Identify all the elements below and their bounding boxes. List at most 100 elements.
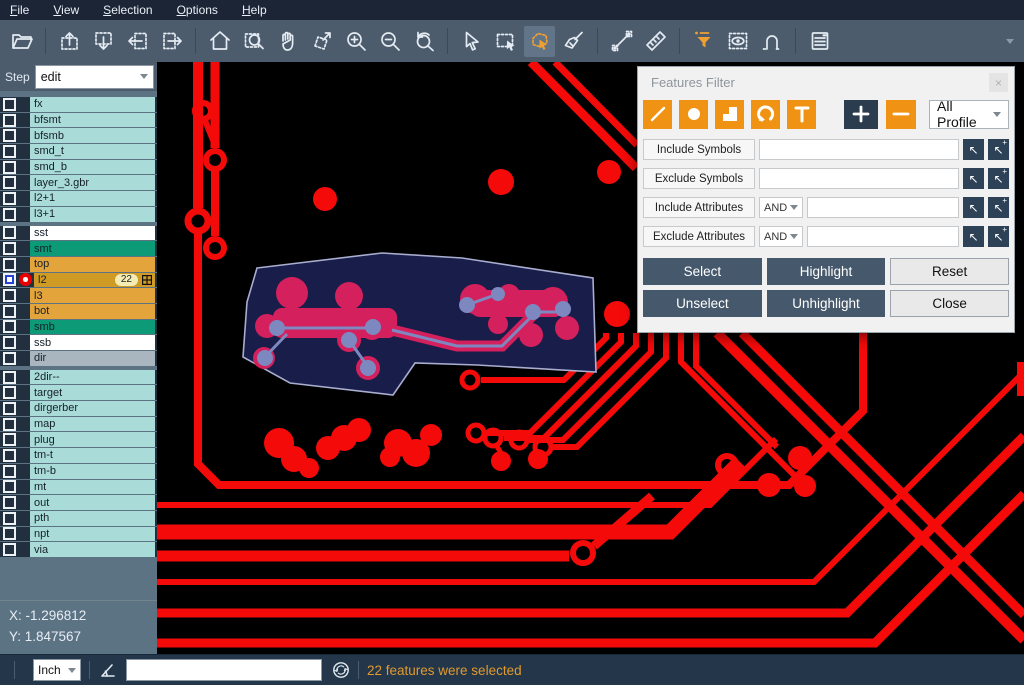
filter-surfaces-button[interactable] bbox=[715, 100, 744, 129]
filter-positive-button[interactable] bbox=[844, 100, 878, 129]
step-select[interactable]: edit bbox=[35, 65, 154, 89]
toolbar-overflow-chevron-icon[interactable] bbox=[1006, 39, 1014, 44]
menu-help[interactable]: Help bbox=[242, 3, 267, 17]
pan-right-button[interactable] bbox=[156, 26, 187, 57]
layer-name-dir[interactable]: dir bbox=[30, 351, 155, 366]
pick-exclude-symbols-button[interactable]: ↖ bbox=[963, 168, 984, 189]
menu-file[interactable]: File bbox=[10, 3, 29, 17]
menu-options[interactable]: Options bbox=[177, 3, 218, 17]
layer-visibility-checkbox[interactable] bbox=[3, 465, 16, 478]
layer-name-bfsmt[interactable]: bfsmt bbox=[30, 113, 155, 128]
filter-negative-button[interactable] bbox=[886, 100, 916, 129]
exclude-attributes-operator-select[interactable]: AND bbox=[759, 226, 803, 247]
layer-visibility-checkbox[interactable] bbox=[3, 161, 16, 174]
layer-grid-icon[interactable] bbox=[142, 275, 152, 285]
layer-visibility-checkbox[interactable] bbox=[3, 145, 16, 158]
layer-name-plug[interactable]: plug bbox=[30, 432, 155, 447]
report-button[interactable] bbox=[804, 26, 835, 57]
unselect-button[interactable]: Unselect bbox=[643, 290, 762, 317]
layer-visibility-checkbox[interactable] bbox=[3, 320, 16, 333]
exclude-attributes-button[interactable]: Exclude Attributes bbox=[643, 226, 755, 247]
layer-name-tm-b[interactable]: tm-b bbox=[30, 464, 155, 479]
zoom-previous-button[interactable] bbox=[408, 26, 439, 57]
exclude-symbols-input[interactable] bbox=[759, 168, 959, 189]
layer-visibility-checkbox[interactable] bbox=[3, 192, 16, 205]
close-button[interactable]: Close bbox=[890, 290, 1009, 317]
zoom-in-button[interactable] bbox=[340, 26, 371, 57]
layer-name-smt[interactable]: smt bbox=[30, 241, 155, 256]
net-query-button[interactable] bbox=[756, 26, 787, 57]
layer-visibility-checkbox[interactable] bbox=[3, 418, 16, 431]
layer-name-dirgerber[interactable]: dirgerber bbox=[30, 401, 155, 416]
layer-visibility-checkbox[interactable] bbox=[3, 242, 16, 255]
layer-visibility-checkbox[interactable] bbox=[3, 258, 16, 271]
layer-name-ssb[interactable]: ssb bbox=[30, 335, 155, 350]
layer-name-smd_t[interactable]: smd_t bbox=[30, 144, 155, 159]
zoom-window-button[interactable] bbox=[238, 26, 269, 57]
layer-name-layer3gbr[interactable]: layer_3.gbr bbox=[30, 175, 155, 190]
layer-visibility-checkbox[interactable] bbox=[3, 449, 16, 462]
include-symbols-button[interactable]: Include Symbols bbox=[643, 139, 755, 160]
layer-name-smd_b[interactable]: smd_b bbox=[30, 160, 155, 175]
layer-visibility-checkbox[interactable] bbox=[3, 208, 16, 221]
pan-down-button[interactable] bbox=[88, 26, 119, 57]
select-button[interactable]: Select bbox=[643, 258, 762, 285]
pan-left-button[interactable] bbox=[122, 26, 153, 57]
layer-name-npt[interactable]: npt bbox=[30, 527, 155, 542]
layer-visibility-checkbox[interactable] bbox=[3, 98, 16, 111]
units-select[interactable]: Inch bbox=[33, 659, 81, 681]
layer-visibility-checkbox[interactable] bbox=[3, 433, 16, 446]
active-layer-indicator-icon[interactable] bbox=[19, 273, 32, 286]
layer-name-mt[interactable]: mt bbox=[30, 480, 155, 495]
layer-name-bfsmb[interactable]: bfsmb bbox=[30, 128, 155, 143]
filter-arcs-button[interactable] bbox=[751, 100, 780, 129]
filter-text-button[interactable] bbox=[787, 100, 816, 129]
layer-visibility-checkbox[interactable] bbox=[3, 386, 16, 399]
layer-visibility-checkbox[interactable] bbox=[3, 305, 16, 318]
layer-visibility-checkbox[interactable] bbox=[3, 480, 16, 493]
layer-visibility-checkbox[interactable] bbox=[3, 289, 16, 302]
layer-name-fx[interactable]: fx bbox=[30, 97, 155, 112]
pick-exclude-attributes-button[interactable]: ↖ bbox=[963, 226, 984, 247]
unhighlight-button[interactable]: Unhighlight bbox=[767, 290, 886, 317]
zoom-object-button[interactable] bbox=[306, 26, 337, 57]
include-attributes-button[interactable]: Include Attributes bbox=[643, 197, 755, 218]
pick-exclude-attributes-add-button[interactable]: ↖+ bbox=[988, 226, 1009, 247]
layer-visibility-checkbox[interactable] bbox=[3, 543, 16, 556]
layer-visibility-checkbox[interactable] bbox=[3, 402, 16, 415]
pick-attributes-add-button[interactable]: ↖+ bbox=[988, 197, 1009, 218]
measure-ruler-button[interactable] bbox=[640, 26, 671, 57]
layer-name-sst[interactable]: sst bbox=[30, 226, 155, 241]
include-symbols-input[interactable] bbox=[759, 139, 959, 160]
layer-name-l3plus1[interactable]: l3+1 bbox=[30, 207, 155, 222]
dialog-close-button[interactable]: × bbox=[989, 73, 1008, 92]
layer-visibility-checkbox[interactable] bbox=[3, 527, 16, 540]
pick-exclude-symbols-add-button[interactable]: ↖+ bbox=[988, 168, 1009, 189]
reset-button[interactable]: Reset bbox=[890, 258, 1009, 285]
layer-visibility-checkbox[interactable] bbox=[3, 352, 16, 365]
layer-name-top[interactable]: top bbox=[30, 257, 155, 272]
snap-angle-icon[interactable] bbox=[98, 660, 118, 680]
include-attributes-operator-select[interactable]: AND bbox=[759, 197, 803, 218]
layer-name-out[interactable]: out bbox=[30, 495, 155, 510]
profile-select[interactable]: All Profile bbox=[929, 100, 1009, 129]
filter-lines-button[interactable] bbox=[643, 100, 672, 129]
layer-name-map[interactable]: map bbox=[30, 417, 155, 432]
layer-visibility-checkbox[interactable] bbox=[3, 129, 16, 142]
layer-name-smb[interactable]: smb bbox=[30, 320, 155, 335]
layer-name-via[interactable]: via bbox=[30, 542, 155, 557]
menu-view[interactable]: View bbox=[53, 3, 79, 17]
clear-selection-button[interactable] bbox=[558, 26, 589, 57]
open-button[interactable] bbox=[6, 26, 37, 57]
layer-name-2dir[interactable]: 2dir-- bbox=[30, 370, 155, 385]
pick-symbols-button[interactable]: ↖ bbox=[963, 139, 984, 160]
pan-hand-button[interactable] bbox=[272, 26, 303, 57]
layer-name-l2[interactable]: l222 bbox=[34, 273, 155, 288]
layer-name-bot[interactable]: bot bbox=[30, 304, 155, 319]
highlight-button[interactable]: Highlight bbox=[767, 258, 886, 285]
select-polygon-button[interactable] bbox=[524, 26, 555, 57]
statusbar-command-input[interactable] bbox=[126, 659, 322, 681]
layer-visibility-checkbox[interactable] bbox=[3, 114, 16, 127]
filter-pads-button[interactable] bbox=[679, 100, 708, 129]
include-attributes-input[interactable] bbox=[807, 197, 959, 218]
